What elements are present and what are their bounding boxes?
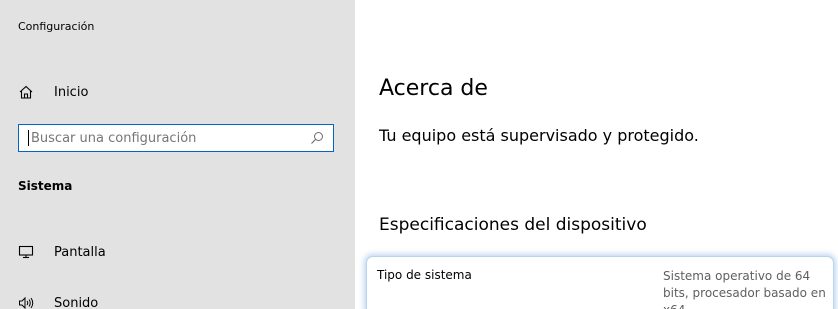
spec-row-system-type[interactable]: Tipo de sistema Sistema operativo de 64 … bbox=[366, 256, 834, 309]
section-title-sistema: Sistema bbox=[18, 179, 73, 193]
sidebar-item-pantalla[interactable]: Pantalla bbox=[18, 240, 106, 264]
sidebar-item-label: Sonido bbox=[54, 295, 99, 309]
sidebar-item-label: Pantalla bbox=[54, 244, 106, 260]
page-title: Acerca de bbox=[379, 76, 488, 101]
settings-window: Configuración Inicio Sistema bbox=[0, 0, 838, 309]
main-content: Acerca de Tu equipo está supervisado y p… bbox=[355, 0, 838, 309]
monitor-icon bbox=[18, 242, 40, 262]
spec-value: Sistema operativo de 64 bits, procesador… bbox=[663, 269, 826, 309]
app-title: Configuración bbox=[18, 20, 95, 33]
sidebar-item-sonido[interactable]: Sonido bbox=[18, 291, 98, 309]
nav-home[interactable]: Inicio bbox=[18, 80, 88, 104]
search-icon[interactable] bbox=[309, 130, 325, 146]
spec-label: Tipo de sistema bbox=[377, 268, 472, 282]
device-specs-heading: Especificaciones del dispositivo bbox=[379, 215, 647, 235]
sidebar: Configuración Inicio Sistema bbox=[0, 0, 355, 309]
search-input[interactable] bbox=[29, 126, 309, 150]
speaker-icon bbox=[18, 293, 40, 309]
home-icon bbox=[18, 82, 40, 102]
protection-status-text: Tu equipo está supervisado y protegido. bbox=[379, 126, 699, 145]
search-box[interactable] bbox=[18, 124, 334, 152]
nav-home-label: Inicio bbox=[54, 84, 89, 100]
